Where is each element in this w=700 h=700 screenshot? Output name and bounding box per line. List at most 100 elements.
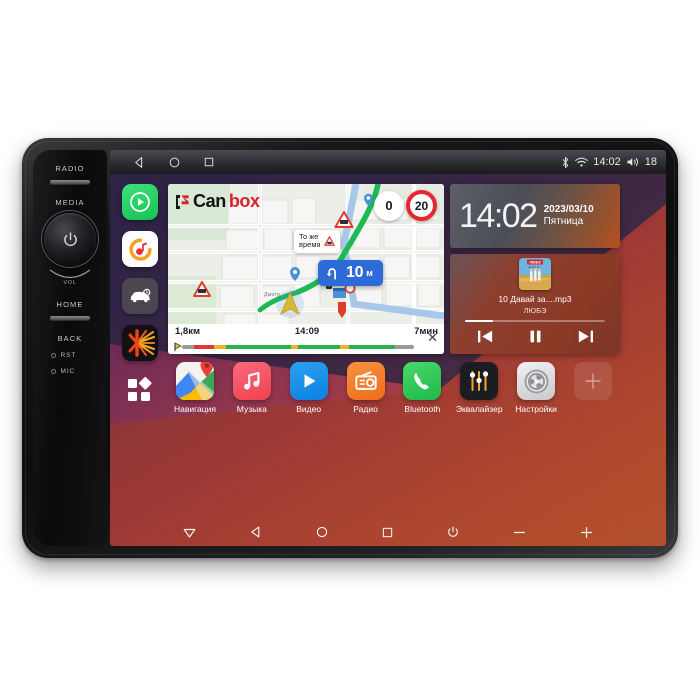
minus-icon[interactable] [512,525,527,540]
route-start-marker-icon [174,342,182,351]
dock-item-add-shortcut[interactable] [566,362,620,414]
traffic-segment [182,345,194,349]
starburst-icon [128,329,155,357]
hardkey-label-mic: MIC [60,368,76,375]
triangle-left-icon[interactable] [249,525,263,539]
music-note-icon [232,362,271,400]
route-arrival-time: 14:09 [294,326,320,337]
gear-icon [517,362,556,400]
hardkey-label-reset: RST [60,352,77,359]
current-speed-indicator: 0 [374,190,404,221]
car-head-unit-device: RADIO MEDIA VOL HOME BACK RST MIC 14:02 … [22,138,678,558]
rail-item-car-app[interactable] [122,278,158,314]
route-distance: 1,8км [175,326,200,337]
traffic-segment [349,345,396,349]
rail-item-kaspersky-app[interactable] [122,325,158,361]
traffic-segment [226,345,292,349]
traffic-segment [339,345,350,349]
navigation-map-widget[interactable]: Дмитр Милашенкова [168,184,444,354]
touchscreen[interactable]: 14:02 18 Дмитр Can box 0 20 То же время … [110,150,666,546]
speed-cluster: 0 20 [374,190,437,221]
hardkey-label-media[interactable]: MEDIA [33,198,107,207]
wifi-icon [575,157,589,167]
pause-icon[interactable] [528,329,543,344]
traffic-tooltip: То же время [294,230,340,253]
hardkey-slot-home[interactable] [50,316,90,320]
bluetooth-icon [563,156,569,168]
route-summary-bar: 1,8км 14:09 7мин ✕ [168,324,444,354]
system-status-bar: 14:02 18 [110,150,666,174]
hardkey-reset[interactable]: RST [33,352,107,359]
music-note-icon [128,237,152,261]
track-title: 10 Давай за....mp3 [498,294,572,304]
recents-icon[interactable] [203,156,215,168]
bottom-navigation-bar [110,518,666,546]
power-icon [63,231,77,246]
power-volume-knob[interactable] [44,213,96,265]
power-icon[interactable] [446,525,460,539]
route-traffic-progress [182,345,414,349]
skip-next-icon[interactable] [577,329,594,344]
svg-text:ЛЮБЭ: ЛЮБЭ [529,261,541,265]
canbox-logo: Can box [175,191,260,212]
status-volume-level: 18 [644,156,657,168]
dock-label-settings: Настройки [515,404,557,414]
square-icon[interactable] [381,526,394,539]
dock-item-settings[interactable]: Настройки [509,362,563,414]
microphone-pinhole-icon [51,369,56,374]
tooltip-line-2: время [299,240,321,250]
clock-weekday: Пятница [543,216,584,227]
playback-progress-bar[interactable] [465,320,605,322]
google-maps-icon [176,362,214,400]
traffic-segment [395,345,414,349]
hardkey-label-back[interactable]: BACK [33,334,107,343]
circle-icon[interactable] [315,525,329,539]
roadworks-warning-icon [323,236,335,247]
left-app-rail [118,184,162,408]
dock-label-navigation: Навигация [174,404,216,414]
dock-item-music[interactable]: Музыка [225,362,279,414]
plus-icon [573,362,612,400]
phone-icon [403,362,442,400]
dock-label-video: Видео [296,404,322,414]
svg-text:Дмитр: Дмитр [264,292,280,298]
clock-widget[interactable]: 14:02 2023/03/10 Пятница [450,184,620,248]
volume-icon [627,158,638,166]
maneuver-distance: 10 [346,264,364,281]
album-art: ЛЮБЭ Давай за... [519,258,551,290]
sliders-icon [460,362,499,400]
hardkey-label-home[interactable]: HOME [33,300,107,309]
dock-item-video[interactable]: Видео [282,362,336,414]
dock-item-equalizer[interactable]: Эквалайзер [452,362,506,414]
app-dock: Навигация Музыка Видео Радио Bluetooth Э… [168,362,620,414]
music-player-widget[interactable]: ЛЮБЭ Давай за... 10 Давай за....mp3 ЛЮБЭ [450,254,620,354]
u-turn-icon [326,267,336,280]
dock-item-navigation[interactable]: Навигация [168,362,222,414]
close-route-icon[interactable]: ✕ [427,331,438,344]
volume-knob-label: VOL [63,280,77,286]
screenshot-root: RADIO MEDIA VOL HOME BACK RST MIC 14:02 … [0,0,700,700]
dock-item-radio[interactable]: Радио [339,362,393,414]
logo-text-can: Can [193,191,226,211]
hardkey-label-radio[interactable]: RADIO [33,164,107,173]
rail-item-play-app[interactable] [122,184,158,220]
maneuver-banner: 10 м [318,260,383,286]
clock-time: 14:02 [459,197,538,235]
logo-text-box: box [228,191,260,211]
traffic-segment [291,345,298,349]
clock-date: 2023/03/10 [543,204,594,215]
rail-item-music-app[interactable] [122,231,158,267]
triangle-down-icon[interactable] [182,525,197,540]
back-icon[interactable] [133,156,146,169]
skip-previous-icon[interactable] [477,329,494,344]
track-artist: ЛЮБЭ [523,306,547,315]
rail-item-all-apps[interactable] [122,372,158,408]
hardkey-slot-radio[interactable] [50,180,90,184]
plus-icon[interactable] [579,525,594,540]
traffic-segment [214,345,227,349]
dock-label-music: Музыка [236,404,267,414]
hardkey-microphone[interactable]: MIC [33,368,107,375]
home-icon[interactable] [168,156,181,169]
dock-item-bluetooth[interactable]: Bluetooth [395,362,449,414]
lyube-album-cover-icon: ЛЮБЭ Давай за... [519,258,551,290]
